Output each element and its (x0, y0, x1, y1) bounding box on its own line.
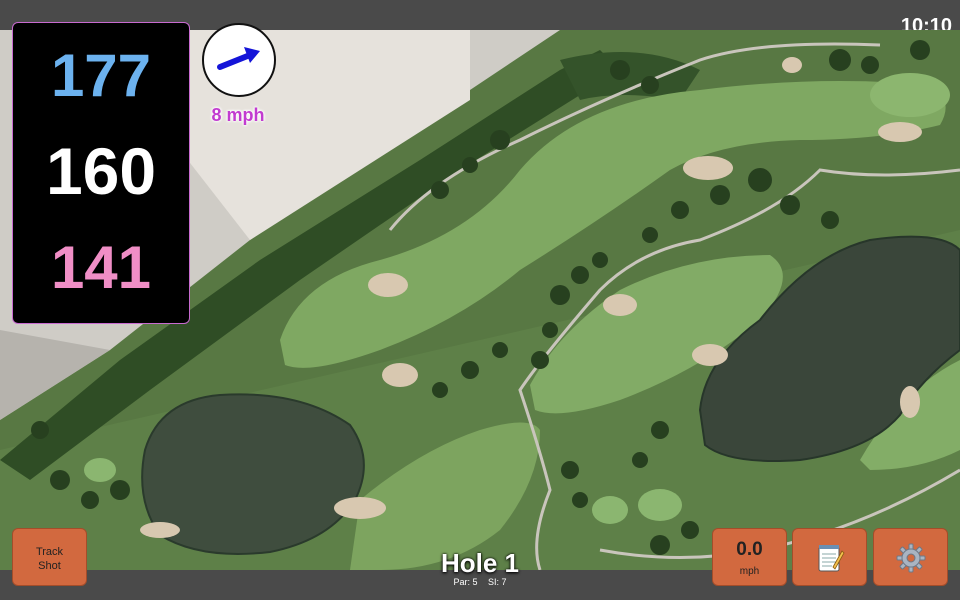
hole-stroke-index: SI: 7 (488, 577, 507, 587)
gear-icon (896, 543, 926, 573)
speed-unit: mph (739, 566, 760, 577)
wind-indicator (202, 23, 276, 97)
notepad-icon (818, 545, 845, 572)
front-distance: 141 (50, 234, 152, 301)
track-shot-label-line2: Shot (38, 560, 61, 572)
wind-speed: 8 mph (211, 105, 265, 125)
hole-par: Par: 5 (453, 577, 478, 587)
track-shot-label-line1: Track (35, 546, 64, 558)
back-distance: 177 (50, 42, 152, 109)
settings-button[interactable] (873, 528, 948, 586)
hole-info: Par: 5 SI: 7 (380, 577, 580, 587)
speed-value: 0.0 (736, 539, 763, 560)
notes-button[interactable] (792, 528, 867, 586)
track-shot-button[interactable]: Track Shot (12, 528, 87, 586)
hole-title: Hole 1 (440, 548, 520, 578)
distance-panel: 177 160 141 (12, 22, 190, 324)
middle-distance: 160 (45, 134, 157, 208)
wind-direction-arrow-icon (217, 47, 260, 70)
green-1 (870, 73, 950, 117)
speed-button[interactable]: 0.0 mph (712, 528, 787, 586)
